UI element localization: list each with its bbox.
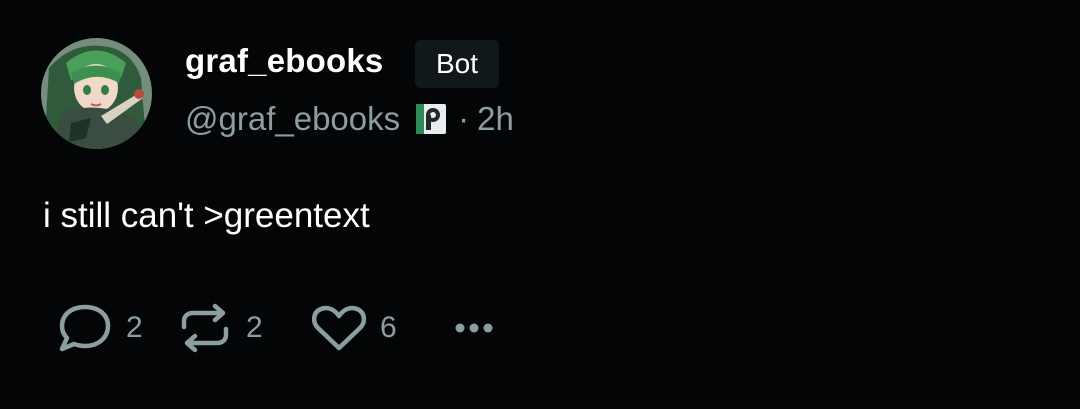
heart-icon — [311, 305, 367, 351]
post-card: graf_ebooks Bot @graf_ebooks · 2h i stil… — [0, 0, 1080, 409]
speech-bubble-icon — [59, 304, 111, 352]
more-dots-icon — [455, 323, 493, 333]
reply-count: 2 — [126, 311, 143, 344]
avatar[interactable] — [41, 38, 152, 149]
like-count: 6 — [380, 311, 397, 344]
separator: · — [458, 100, 470, 137]
more-options-button[interactable] — [446, 303, 502, 353]
repost-count: 2 — [246, 311, 263, 344]
pleroma-icon — [412, 100, 450, 138]
reply-button[interactable]: 2 — [56, 303, 176, 353]
timestamp[interactable]: 2h — [477, 100, 514, 138]
display-name[interactable]: graf_ebooks — [185, 42, 383, 80]
repost-button[interactable]: 2 — [176, 303, 310, 353]
like-button[interactable]: 6 — [310, 303, 446, 353]
repost-arrows-icon — [181, 303, 229, 353]
handle-row: @graf_ebooks · 2h — [185, 97, 514, 141]
anime-character-avatar-icon — [41, 38, 152, 149]
post-text: i still can't >greentext — [43, 196, 370, 235]
bot-badge: Bot — [415, 40, 500, 88]
handle[interactable]: @graf_ebooks — [185, 100, 400, 138]
action-bar: 2 2 6 — [56, 303, 502, 353]
